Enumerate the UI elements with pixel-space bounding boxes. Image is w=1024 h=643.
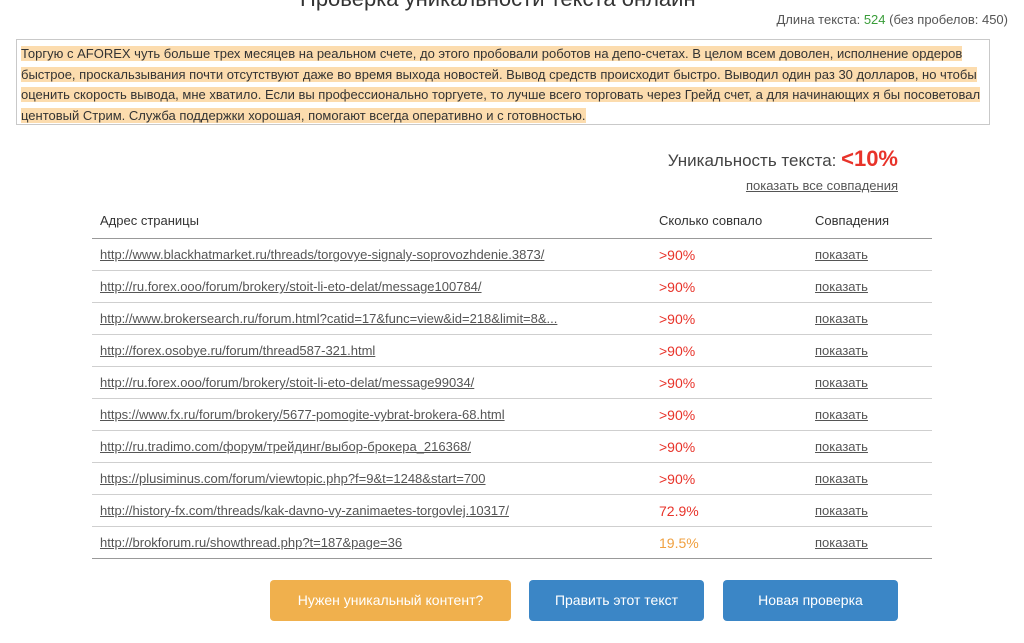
url-cell: http://brokforum.ru/showthread.php?t=187…	[92, 526, 651, 559]
match-percent: 19.5%	[651, 526, 807, 559]
checked-text-box[interactable]: Торгую с AFOREX чуть больше трех месяцев…	[16, 39, 990, 125]
match-percent: >90%	[651, 302, 807, 335]
match-percent: >90%	[651, 398, 807, 431]
table-row: http://www.brokersearch.ru/forum.html?ca…	[92, 302, 932, 335]
show-match-link[interactable]: показать	[815, 439, 868, 454]
show-cell: показать	[807, 302, 932, 335]
match-percent: >90%	[651, 334, 807, 367]
url-cell: http://history-fx.com/threads/kak-davno-…	[92, 494, 651, 527]
page-title: Проверка уникальности текста онлайн	[300, 0, 696, 12]
column-header-matches: Совпадения	[807, 203, 932, 239]
url-cell: http://ru.tradimo.com/форум/трейдинг/выб…	[92, 430, 651, 463]
match-percent: >90%	[651, 366, 807, 399]
match-percent: >90%	[651, 462, 807, 495]
url-cell: http://www.blackhatmarket.ru/threads/tor…	[92, 238, 651, 271]
match-percent: >90%	[651, 270, 807, 303]
column-header-percent: Сколько совпало	[651, 203, 807, 239]
text-length-value: 524	[863, 12, 886, 27]
match-url-link[interactable]: http://www.blackhatmarket.ru/threads/tor…	[100, 247, 544, 262]
new-check-button[interactable]: Новая проверка	[723, 580, 898, 621]
table-row: http://ru.forex.ooo/forum/brokery/stoit-…	[92, 270, 932, 303]
show-cell: показать	[807, 526, 932, 559]
match-percent: >90%	[651, 430, 807, 463]
show-cell: показать	[807, 398, 932, 431]
url-cell: https://www.fx.ru/forum/brokery/5677-pom…	[92, 398, 651, 431]
table-row: https://www.fx.ru/forum/brokery/5677-pom…	[92, 398, 932, 431]
show-match-link[interactable]: показать	[815, 503, 868, 518]
matches-table: Адрес страницы Сколько совпало Совпадени…	[92, 203, 932, 559]
match-url-link[interactable]: https://www.fx.ru/forum/brokery/5677-pom…	[100, 407, 505, 422]
show-match-link[interactable]: показать	[815, 247, 868, 262]
table-header-row: Адрес страницы Сколько совпало Совпадени…	[92, 203, 932, 239]
match-url-link[interactable]: http://history-fx.com/threads/kak-davno-…	[100, 503, 509, 518]
url-cell: https://plusiminus.com/forum/viewtopic.p…	[92, 462, 651, 495]
match-url-link[interactable]: http://ru.forex.ooo/forum/brokery/stoit-…	[100, 279, 482, 294]
uniqueness-result: Уникальность текста: <10%	[668, 146, 898, 172]
edit-text-button[interactable]: Править этот текст	[529, 580, 704, 621]
match-url-link[interactable]: http://www.brokersearch.ru/forum.html?ca…	[100, 311, 557, 326]
url-cell: http://ru.forex.ooo/forum/brokery/stoit-…	[92, 366, 651, 399]
show-match-link[interactable]: показать	[815, 535, 868, 550]
url-cell: http://ru.forex.ooo/forum/brokery/stoit-…	[92, 270, 651, 303]
show-match-link[interactable]: показать	[815, 375, 868, 390]
show-cell: показать	[807, 462, 932, 495]
table-row: https://plusiminus.com/forum/viewtopic.p…	[92, 462, 932, 495]
match-url-link[interactable]: http://forex.osobye.ru/forum/thread587-3…	[100, 343, 375, 358]
show-all-matches-link[interactable]: показать все совпадения	[746, 178, 898, 193]
match-url-link[interactable]: https://plusiminus.com/forum/viewtopic.p…	[100, 471, 486, 486]
show-match-link[interactable]: показать	[815, 407, 868, 422]
match-url-link[interactable]: http://ru.tradimo.com/форум/трейдинг/выб…	[100, 439, 471, 454]
show-cell: показать	[807, 238, 932, 271]
show-match-link[interactable]: показать	[815, 279, 868, 294]
table-row: http://forex.osobye.ru/forum/thread587-3…	[92, 334, 932, 367]
show-cell: показать	[807, 270, 932, 303]
column-header-url: Адрес страницы	[92, 203, 651, 239]
show-cell: показать	[807, 334, 932, 367]
uniqueness-label: Уникальность текста:	[667, 151, 837, 170]
table-row: http://brokforum.ru/showthread.php?t=187…	[92, 526, 932, 559]
url-cell: http://forex.osobye.ru/forum/thread587-3…	[92, 334, 651, 367]
need-unique-content-button[interactable]: Нужен уникальный контент?	[270, 580, 511, 621]
text-length-label: Длина текста:	[776, 12, 861, 27]
url-cell: http://www.brokersearch.ru/forum.html?ca…	[92, 302, 651, 335]
table-row: http://ru.forex.ooo/forum/brokery/stoit-…	[92, 366, 932, 399]
match-url-link[interactable]: http://ru.forex.ooo/forum/brokery/stoit-…	[100, 375, 474, 390]
checked-text: Торгую с AFOREX чуть больше трех месяцев…	[21, 46, 981, 123]
text-length-no-spaces: (без пробелов: 450)	[889, 12, 1008, 27]
uniqueness-value: <10%	[841, 146, 898, 171]
table-row: http://ru.tradimo.com/форум/трейдинг/выб…	[92, 430, 932, 463]
table-row: http://history-fx.com/threads/kak-davno-…	[92, 494, 932, 527]
show-match-link[interactable]: показать	[815, 311, 868, 326]
table-row: http://www.blackhatmarket.ru/threads/tor…	[92, 238, 932, 271]
show-cell: показать	[807, 430, 932, 463]
show-cell: показать	[807, 494, 932, 527]
show-cell: показать	[807, 366, 932, 399]
match-percent: 72.9%	[651, 494, 807, 527]
text-length: Длина текста: 524 (без пробелов: 450)	[776, 12, 1008, 27]
match-percent: >90%	[651, 238, 807, 271]
show-match-link[interactable]: показать	[815, 471, 868, 486]
show-match-link[interactable]: показать	[815, 343, 868, 358]
match-url-link[interactable]: http://brokforum.ru/showthread.php?t=187…	[100, 535, 402, 550]
